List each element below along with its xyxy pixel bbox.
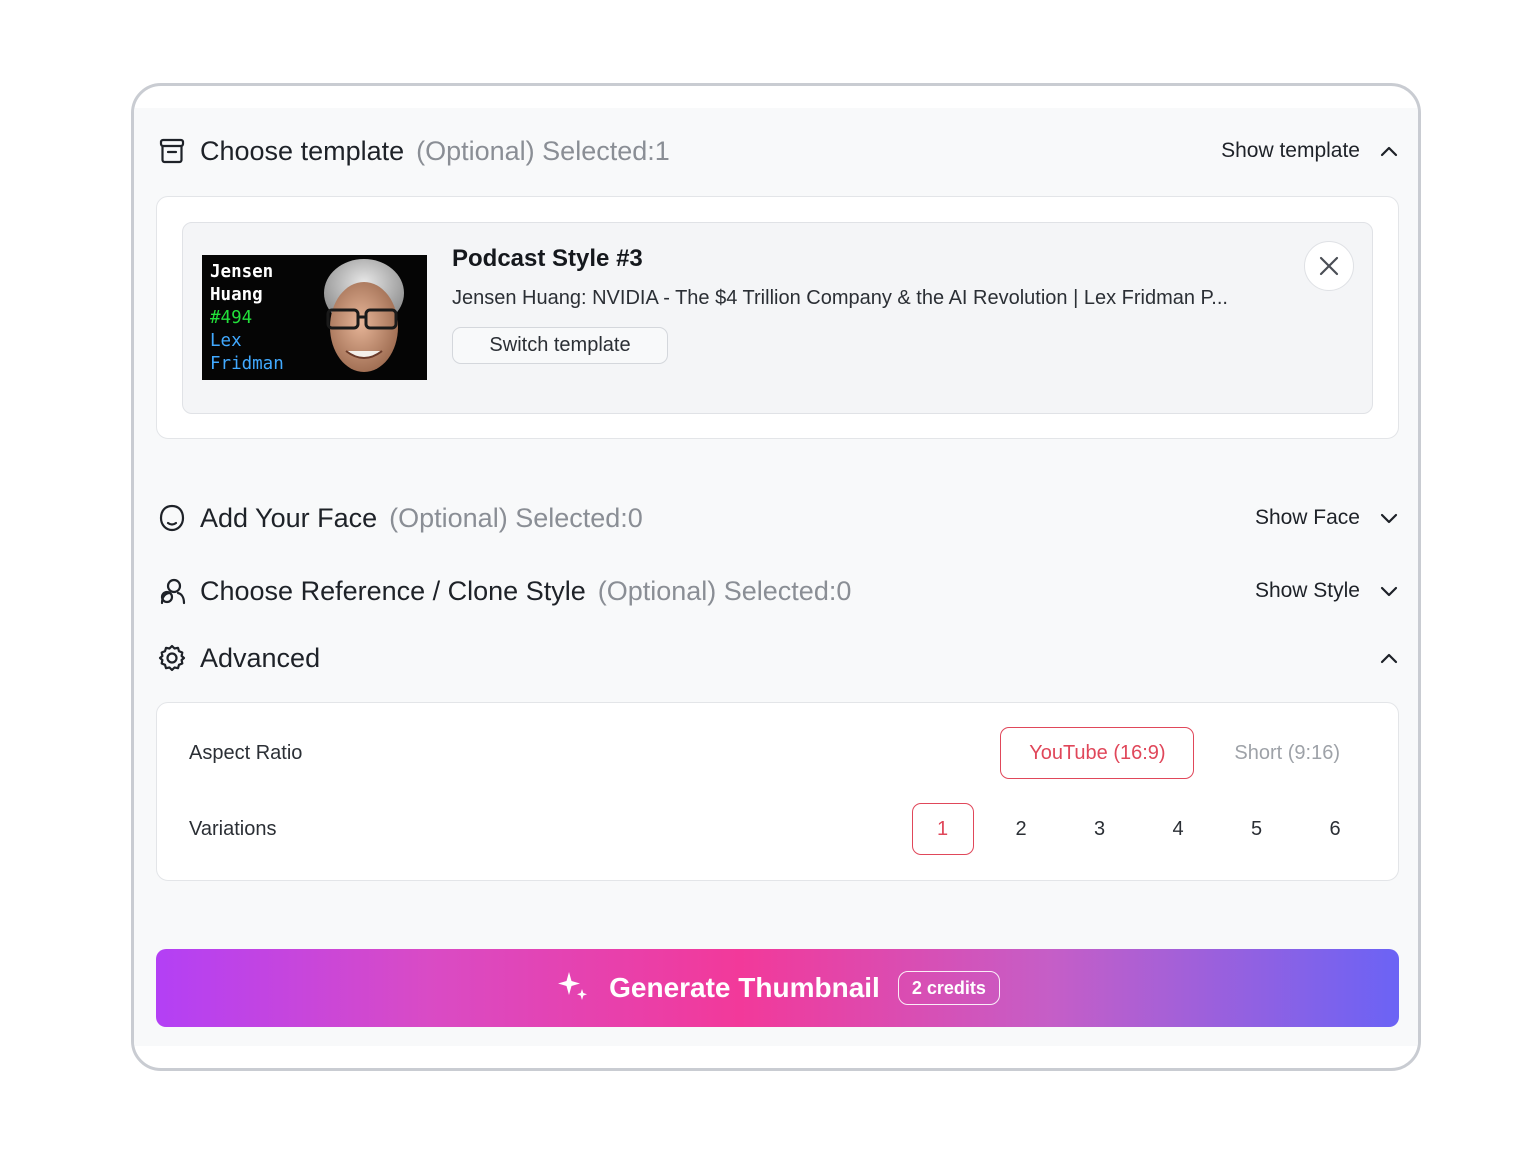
variation-option[interactable]: 3 xyxy=(1069,803,1131,855)
variation-option[interactable]: 6 xyxy=(1304,803,1366,855)
variation-option[interactable]: 5 xyxy=(1226,803,1288,855)
template-description: Jensen Huang: NVIDIA - The $4 Trillion C… xyxy=(452,287,1228,309)
aspect-ratio-youtube[interactable]: YouTube (16:9) xyxy=(1000,727,1195,779)
show-face-toggle[interactable]: Show Face xyxy=(1255,506,1400,530)
thumb-line-1: Jensen xyxy=(210,262,274,282)
aspect-ratio-short[interactable]: Short (9:16) xyxy=(1208,727,1366,779)
advanced-options-box: Aspect Ratio YouTube (16:9) Short (9:16)… xyxy=(156,702,1399,881)
user-clone-icon xyxy=(156,575,188,607)
template-section-title: Choose template xyxy=(200,135,405,166)
aspect-ratio-label: Aspect Ratio xyxy=(189,741,303,764)
style-section-title: Choose Reference / Clone Style xyxy=(200,575,586,606)
gear-icon xyxy=(156,642,188,674)
variation-option[interactable]: 2 xyxy=(990,803,1052,855)
show-template-label: Show template xyxy=(1221,139,1360,162)
show-style-toggle[interactable]: Show Style xyxy=(1255,579,1400,603)
thumb-line-3: #494 xyxy=(210,308,253,328)
thumb-line-5: Fridman xyxy=(210,354,284,374)
aspect-ratio-row: Aspect Ratio YouTube (16:9) Short (9:16) xyxy=(189,727,1366,779)
archive-box-icon xyxy=(156,135,188,167)
thumb-line-4: Lex xyxy=(210,331,242,351)
thumbnail-text: Jensen Huang #494 Lex Fridman xyxy=(210,261,284,376)
selected-template-card: Jensen Huang #494 Lex Fridman Podcast St… xyxy=(182,222,1373,414)
variations-label: Variations xyxy=(189,817,277,840)
face-section-header[interactable]: Add Your Face (Optional) Selected:0 Show… xyxy=(156,498,1400,538)
variation-option[interactable]: 1 xyxy=(911,803,974,855)
template-section-meta: (Optional) Selected:1 xyxy=(416,135,670,166)
close-icon xyxy=(1319,256,1339,276)
switch-template-button[interactable]: Switch template xyxy=(452,327,668,364)
template-section-header[interactable]: Choose template (Optional) Selected:1 Sh… xyxy=(156,131,1400,171)
template-name: Podcast Style #3 xyxy=(452,245,643,272)
advanced-section-title: Advanced xyxy=(200,642,321,673)
chevron-up-icon xyxy=(1378,140,1400,162)
show-style-label: Show Style xyxy=(1254,579,1360,602)
chevron-down-icon xyxy=(1378,580,1400,602)
template-box: Jensen Huang #494 Lex Fridman Podcast St… xyxy=(156,196,1399,439)
advanced-section-header[interactable]: Advanced xyxy=(156,638,1400,678)
chevron-up-icon xyxy=(1378,647,1400,669)
face-section-title: Add Your Face xyxy=(200,502,378,533)
style-section-header[interactable]: Choose Reference / Clone Style (Optional… xyxy=(156,571,1400,611)
variation-option[interactable]: 4 xyxy=(1147,803,1209,855)
thumb-line-2: Huang xyxy=(210,285,263,305)
advanced-toggle[interactable] xyxy=(1378,647,1400,669)
credits-badge: 2 credits xyxy=(897,971,1000,1005)
panel-body: Choose template (Optional) Selected:1 Sh… xyxy=(134,108,1418,1046)
face-icon xyxy=(156,502,188,534)
generate-thumbnail-button[interactable]: Generate Thumbnail 2 credits xyxy=(156,949,1399,1027)
face-section-meta: (Optional) Selected:0 xyxy=(389,502,643,533)
show-template-toggle[interactable]: Show template xyxy=(1221,139,1400,163)
generate-label: Generate Thumbnail xyxy=(609,972,880,1003)
portrait-image xyxy=(302,255,427,380)
aspect-ratio-options: YouTube (16:9) Short (9:16) xyxy=(1000,727,1366,779)
sparkle-icon xyxy=(555,968,591,1009)
template-thumbnail: Jensen Huang #494 Lex Fridman xyxy=(202,255,427,380)
style-section-meta: (Optional) Selected:0 xyxy=(597,575,852,606)
remove-template-button[interactable] xyxy=(1304,241,1354,291)
chevron-down-icon xyxy=(1378,507,1400,529)
show-face-label: Show Face xyxy=(1254,506,1360,529)
variations-options: 1 2 3 4 5 6 xyxy=(911,803,1367,855)
thumbnail-generator-panel: Choose template (Optional) Selected:1 Sh… xyxy=(131,83,1421,1071)
variations-row: Variations 1 2 3 4 5 6 xyxy=(189,803,1366,855)
